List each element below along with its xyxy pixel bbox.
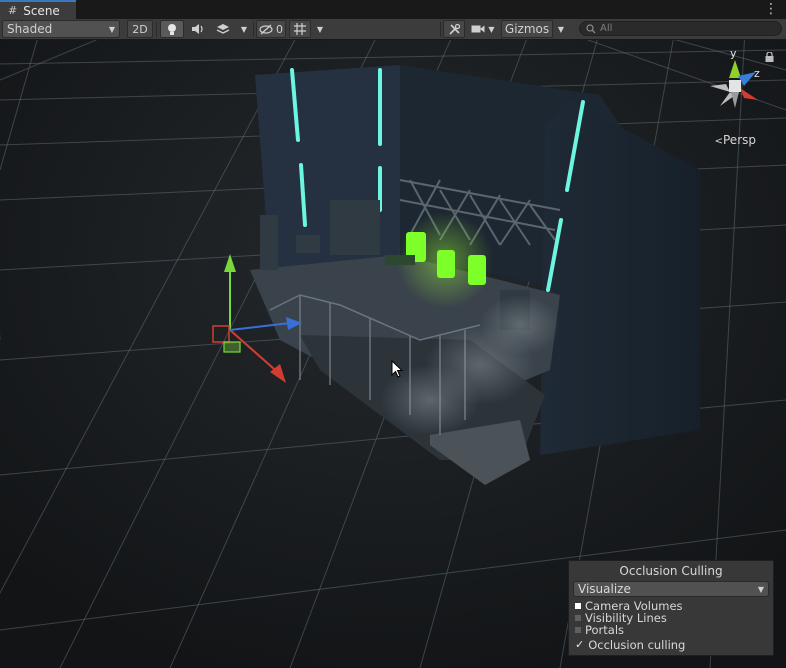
chevron-down-icon: ▼ bbox=[240, 24, 248, 34]
mouse-cursor-icon bbox=[391, 360, 403, 378]
toolbar-divider bbox=[156, 22, 157, 37]
wrench-icon bbox=[448, 23, 460, 35]
hidden-count: 0 bbox=[276, 22, 283, 36]
grid-hash-icon: # bbox=[8, 4, 18, 17]
occlusion-mode-label: Visualize bbox=[578, 582, 631, 596]
chevron-left-double-icon: < bbox=[714, 136, 723, 147]
grid-icon bbox=[294, 23, 306, 35]
tab-scene[interactable]: # Scene bbox=[0, 0, 76, 19]
shading-mode-dropdown[interactable]: Shaded ▼ bbox=[2, 20, 120, 38]
toggle-label: Occlusion culling bbox=[588, 638, 686, 652]
kebab-menu-icon[interactable]: ⋮ bbox=[764, 1, 778, 17]
legend-label: Portals bbox=[585, 623, 625, 637]
chevron-down-icon: ▼ bbox=[757, 584, 764, 594]
checkmark-icon: ✓ bbox=[575, 638, 585, 651]
toggle-2d-button[interactable]: 2D bbox=[127, 20, 153, 38]
chevron-down-icon: ▼ bbox=[316, 24, 324, 34]
occlusion-culling-toggle[interactable]: ✓ Occlusion culling bbox=[569, 638, 773, 652]
xz-plane-handle[interactable] bbox=[223, 341, 241, 353]
occlusion-culling-panel: Occlusion Culling Visualize ▼ Camera Vol… bbox=[568, 560, 774, 656]
camera-icon bbox=[471, 25, 485, 33]
lock-icon[interactable] bbox=[765, 51, 774, 65]
search-placeholder: All bbox=[600, 23, 613, 34]
hidden-objects-button[interactable]: 0 bbox=[256, 20, 286, 38]
gizmo-y-label: y bbox=[730, 48, 737, 60]
orientation-gizmo[interactable]: y z bbox=[700, 48, 770, 118]
tab-label: Scene bbox=[23, 3, 60, 18]
lightbulb-icon bbox=[168, 23, 176, 35]
legend-swatch bbox=[575, 615, 581, 621]
grid-toggle-button[interactable] bbox=[289, 20, 311, 38]
eye-slash-icon bbox=[259, 24, 273, 34]
neg-x-axis-cone[interactable] bbox=[710, 84, 730, 92]
search-icon bbox=[586, 23, 596, 33]
legend-swatch bbox=[575, 627, 581, 633]
neg-y-axis-cone[interactable] bbox=[731, 92, 739, 108]
speaker-icon bbox=[192, 24, 203, 34]
toggle-2d-label: 2D bbox=[132, 22, 148, 36]
toolbar-divider bbox=[253, 22, 254, 37]
effects-dropdown[interactable]: ▼ bbox=[237, 20, 251, 38]
projection-label: Persp bbox=[723, 133, 756, 147]
scene-toolbar: Shaded ▼ 2D ▼ 0 ▼ ▼ Gizmos ▼ All bbox=[0, 19, 786, 40]
chevron-down-icon: ▼ bbox=[557, 24, 565, 34]
legend-swatch bbox=[575, 603, 581, 609]
occlusion-mode-dropdown[interactable]: Visualize ▼ bbox=[573, 581, 769, 597]
layers-icon bbox=[216, 24, 230, 34]
gizmos-label: Gizmos bbox=[504, 22, 550, 36]
grid-dropdown[interactable]: ▼ bbox=[313, 20, 327, 38]
gizmos-dropdown[interactable]: ▼ bbox=[554, 20, 568, 38]
panel-title: Occlusion Culling bbox=[619, 564, 723, 578]
legend-item-portals: Portals bbox=[569, 624, 773, 636]
chevron-down-icon: ▼ bbox=[488, 24, 495, 34]
hierarchy-search-field[interactable]: All bbox=[579, 21, 782, 36]
gizmos-toggle-button[interactable]: Gizmos bbox=[501, 20, 553, 38]
chevron-down-icon: ▼ bbox=[108, 24, 115, 34]
x-axis-cone[interactable] bbox=[740, 88, 758, 100]
toolbar-divider bbox=[440, 22, 441, 37]
gizmo-center-cube[interactable] bbox=[729, 80, 741, 92]
lighting-toggle-button[interactable] bbox=[160, 20, 184, 38]
camera-settings-dropdown[interactable]: ▼ bbox=[468, 20, 498, 38]
gizmo-z-label: z bbox=[754, 67, 760, 80]
tools-button[interactable] bbox=[443, 20, 465, 38]
shading-mode-label: Shaded bbox=[7, 22, 53, 36]
effects-toggle-button[interactable] bbox=[212, 20, 234, 38]
projection-toggle[interactable]: <Persp bbox=[715, 133, 756, 147]
y-axis-cone[interactable] bbox=[729, 60, 741, 78]
audio-toggle-button[interactable] bbox=[188, 20, 208, 38]
window-tab-bar: # Scene ⋮ bbox=[0, 0, 786, 20]
